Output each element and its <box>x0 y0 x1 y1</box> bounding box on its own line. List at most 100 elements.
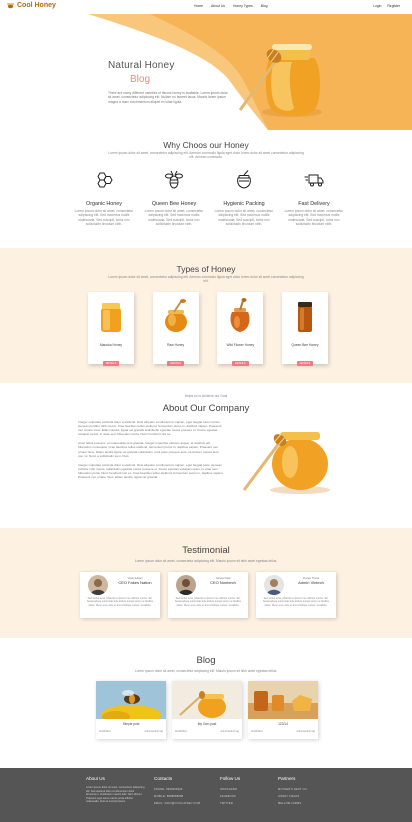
raw-honey-jar-image <box>164 299 187 332</box>
about-paragraph: Integer vulputate vehicula dolor a eleif… <box>78 462 224 480</box>
testimonial-desc: Lorem ipsum dolor sit amet, consectetur … <box>134 559 278 563</box>
feature-card: Fast Delivery Lorem ipsum dolor sit amet… <box>284 170 344 226</box>
feature-card: Queen Bee Honey Lorem ipsum dolor sit am… <box>144 170 204 226</box>
testimonial-author: Vivek Sahani CEO Fakes Nation <box>110 577 160 585</box>
feature-title: Hygienic Packing <box>223 201 265 207</box>
feature-title: Queen Bee Honey <box>151 201 197 207</box>
nav-links: Home About Us Honey Types Blog <box>194 4 268 8</box>
footer-about: About Us Lorem ipsum dolor sit amet, con… <box>86 776 146 804</box>
honey-card[interactable]: Queen Bee Honey DETAILS <box>281 292 328 366</box>
testimonial-card: Pranav Thorat Admin Vintech Sed luctus u… <box>256 572 336 618</box>
hero-background <box>88 14 412 130</box>
details-button[interactable]: DETAILS <box>102 361 120 366</box>
footer-contact-item[interactable]: MOBILE: 8888888888 <box>154 793 200 800</box>
footer-partner-link[interactable]: HONEY FIELDS <box>278 793 308 800</box>
types-title: Types of Honey <box>176 264 236 274</box>
testimonial-quote: Sed luctus urna, pharetra et ipsum nec e… <box>174 597 242 607</box>
honey-jar-image <box>238 44 322 117</box>
details-button[interactable]: DETAILS <box>232 361 249 366</box>
testimonial-author: Jaimes Kidal CEO Nonbech <box>198 577 248 585</box>
avatar <box>264 575 284 595</box>
honey-name: Queen Bee Honey <box>291 343 319 347</box>
honeycomb-icon <box>97 172 113 188</box>
honey-card[interactable]: Wild Flower Honey DETAILS <box>217 292 264 366</box>
testimonial-cards: Vivek Sahani CEO Fakes Nation Sed luctus… <box>80 572 336 618</box>
blog-card[interactable]: 123/14 11/28/2021 Admin/Author tag <box>248 681 318 739</box>
hero-subtitle: Blog <box>130 74 151 85</box>
blog-post-title: 123/14 <box>278 722 288 726</box>
footer-social-link[interactable]: INSTAGRAM <box>220 786 240 793</box>
testimonial-card: Vivek Sahani CEO Fakes Nation Sed luctus… <box>80 572 160 618</box>
feature-title: Organic Honey <box>86 201 122 207</box>
blog-post-date: 11/28/2021 <box>99 730 111 733</box>
footer-social-link[interactable]: FACEBOOK <box>220 793 240 800</box>
avatar <box>88 575 108 595</box>
blog-post-author: Admin/Author tag <box>144 730 163 733</box>
footer-partner-link[interactable]: MELLOW FARMS <box>278 800 308 807</box>
hero-title: Natural Honey <box>108 60 175 71</box>
honey-card[interactable]: Raw Honey DETAILS <box>152 292 199 366</box>
blog-card[interactable]: My Own post 11/28/2021 Admin/Author tag <box>172 681 242 739</box>
honey-name: Raw Honey <box>167 343 185 347</box>
author-role: CEO Nonbech <box>210 580 236 585</box>
top-nav: Cool Honey Home About Us Honey Types Blo… <box>0 0 412 14</box>
honey-spoon-image <box>172 681 242 719</box>
blog-post-title: My Own post <box>197 722 217 726</box>
blog-post-date: 11/28/2021 <box>175 730 187 733</box>
author-role: CEO Fakes Nation <box>118 580 152 585</box>
brand-name: Cool Honey <box>17 2 56 9</box>
honey-card[interactable]: Manuka Honey DETAILS <box>88 292 134 366</box>
footer-partners-title: Partners <box>278 776 296 781</box>
footer-partners: Partners MOTHER'S NEST CO. HONEY FIELDS … <box>278 776 308 807</box>
nav-about[interactable]: About Us <box>211 4 225 8</box>
brand-logo[interactable]: Cool Honey <box>6 2 56 9</box>
login-link[interactable]: Login <box>373 4 381 8</box>
footer-contact-item[interactable]: EMAIL: INFO@COOLHONEY.COM <box>154 800 200 807</box>
details-button[interactable]: DETAILS <box>296 361 314 366</box>
footer-follow: Follow Us INSTAGRAM FACEBOOK TWITTER <box>220 776 240 807</box>
author-role: Admin Vintech <box>298 580 324 585</box>
features-row: Organic Honey Lorem ipsum dolor sit amet… <box>74 170 344 226</box>
honey-name: Manuka Honey <box>99 343 123 347</box>
footer-about-text: Lorem ipsum dolor sit amet, consectetur … <box>86 786 145 804</box>
why-desc: Lorem ipsum dolor sit amet, consectetur … <box>108 151 304 160</box>
feature-title: Fast Delivery <box>298 201 330 207</box>
avatar <box>176 575 196 595</box>
nav-blog[interactable]: Blog <box>261 4 268 8</box>
details-button[interactable]: DETAILS <box>167 361 184 366</box>
testimonial-quote: Sed luctus urna, pharetra et ipsum nec e… <box>262 597 330 607</box>
honey-pot-icon <box>237 170 251 189</box>
footer-social-link[interactable]: TWITTER <box>220 800 240 807</box>
about-paragraph: Amet tellus posuere, et malesuada sem gr… <box>78 441 219 458</box>
blog-post-author: Admin/Author tag <box>220 730 239 733</box>
testimonial-title: Testimonial <box>182 545 230 556</box>
footer-contact-item[interactable]: PHONE: 9999999999 <box>154 786 200 793</box>
why-title: Why Choos our Honey <box>163 140 249 150</box>
testimonial-quote: Sed luctus urna, pharetra et ipsum nec e… <box>86 597 154 607</box>
footer-contacts: Contacts PHONE: 9999999999 MOBILE: 88888… <box>154 776 200 807</box>
hero-text: There are many different varieties of fl… <box>108 91 228 104</box>
feature-text: Lorem ipsum dolor sit amet, consectetur … <box>284 209 344 226</box>
nav-honey-types[interactable]: Honey Types <box>233 4 253 8</box>
feature-text: Lorem ipsum dolor sit amet, consectetur … <box>74 209 134 226</box>
auth-links: Login Register <box>373 4 400 8</box>
blog-cards: Simple post 11/28/2021 Admin/Author tag … <box>96 681 318 739</box>
bee-icon <box>165 170 183 189</box>
honeycomb-jars-image <box>248 681 318 719</box>
honey-name: Wild Flower Honey <box>226 343 255 347</box>
blog-post-title: Simple post <box>122 722 140 726</box>
feature-card: Organic Honey Lorem ipsum dolor sit amet… <box>74 170 134 226</box>
footer-about-title: About Us <box>86 776 105 781</box>
footer-partner-link[interactable]: MOTHER'S NEST CO. <box>278 786 308 793</box>
bee-on-flower-image <box>96 681 166 725</box>
feature-text: Lorem ipsum dolor sit amet, consectetur … <box>214 209 274 226</box>
feature-text: Lorem ipsum dolor sit amet, consectetur … <box>144 209 204 226</box>
queen-bee-honey-jar-image <box>297 302 312 332</box>
about-text: Integer vulputate vehicula dolor a eleif… <box>78 420 224 484</box>
blog-card[interactable]: Simple post 11/28/2021 Admin/Author tag <box>96 681 166 739</box>
wild-flower-honey-jar-image <box>230 297 250 332</box>
testimonial-card: Jaimes Kidal CEO Nonbech Sed luctus urna… <box>168 572 248 618</box>
register-link[interactable]: Register <box>387 4 400 8</box>
about-kicker: Helps us to Achieve our Goal <box>184 394 228 398</box>
nav-home[interactable]: Home <box>194 4 203 8</box>
